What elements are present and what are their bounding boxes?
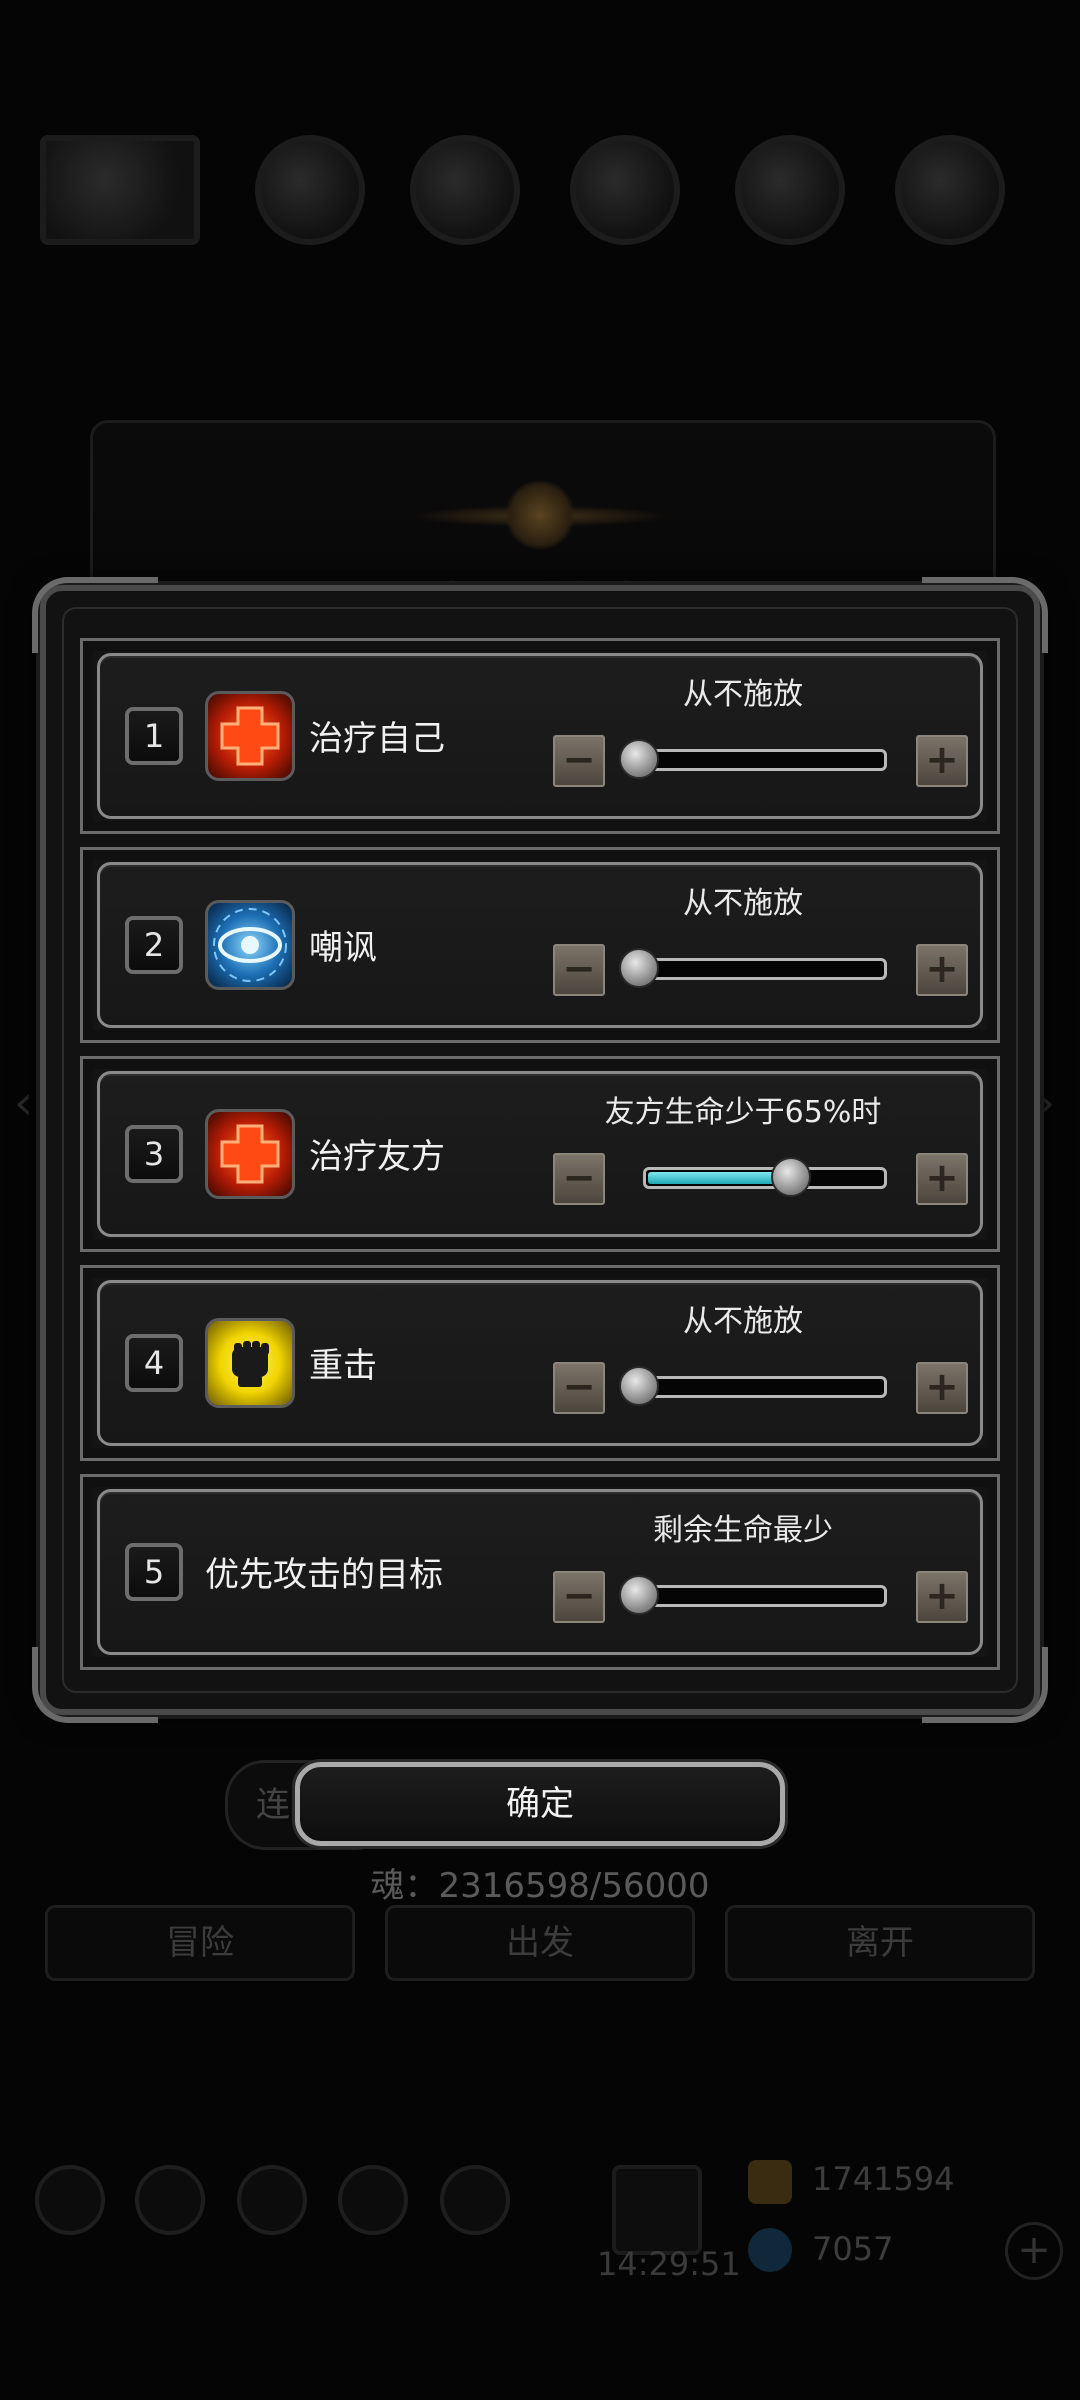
cast-condition-slider[interactable]: [643, 958, 887, 980]
skill-name: 嘲讽: [309, 928, 377, 968]
target-priority-slider[interactable]: [643, 1585, 887, 1607]
gift-box-icon: [612, 2165, 702, 2255]
decrease-button[interactable]: −: [553, 1362, 605, 1414]
eye-taunt-icon: [205, 900, 295, 990]
tab-icon: [255, 135, 365, 245]
increase-button[interactable]: +: [916, 1571, 968, 1623]
depart-button: 出发: [385, 1905, 695, 1981]
heal-cross-icon: [205, 691, 295, 781]
menu-circle-icon: [35, 2165, 105, 2235]
gold-amount: 1741594: [812, 2160, 955, 2198]
heal-cross-icon: [205, 1109, 295, 1199]
fist-icon: [205, 1318, 295, 1408]
skill-name: 治疗友方: [309, 1137, 445, 1177]
decrease-button[interactable]: −: [553, 1153, 605, 1205]
cast-condition-text: 从不施放: [683, 1304, 803, 1339]
skill-row-1: 1 治疗自己 从不施放 − +: [80, 638, 1000, 834]
slider-knob[interactable]: [619, 948, 659, 988]
cast-condition-slider[interactable]: [643, 1167, 887, 1189]
slider-knob[interactable]: [619, 1366, 659, 1406]
tab-icon: [40, 135, 200, 245]
skill-name: 治疗自己: [309, 719, 445, 759]
add-currency-icon: +: [1005, 2222, 1063, 2280]
slider-knob[interactable]: [619, 739, 659, 779]
souls-counter: 魂：2316598/56000: [370, 1866, 710, 1906]
background-button-row: 冒险 出发 离开: [45, 1905, 1035, 1985]
skill-row-3: 3 治疗友方 友方生命少于65%时 − +: [80, 1056, 1000, 1252]
priority-number: 2: [125, 916, 183, 974]
decrease-button[interactable]: −: [553, 1571, 605, 1623]
menu-circle-icon: [135, 2165, 205, 2235]
gem-icon: [748, 2228, 792, 2272]
decrease-button[interactable]: −: [553, 944, 605, 996]
priority-number: 4: [125, 1334, 183, 1392]
tab-icon: [735, 135, 845, 245]
menu-circle-icon: [338, 2165, 408, 2235]
skill-name: 重击: [309, 1346, 377, 1386]
skill-row-4: 4 重击 从不施放 − +: [80, 1265, 1000, 1461]
cast-condition-text: 从不施放: [683, 677, 803, 712]
gold-icon: [748, 2160, 792, 2204]
menu-circle-icon: [440, 2165, 510, 2235]
target-priority-label: 优先攻击的目标: [205, 1555, 443, 1595]
decrease-button[interactable]: −: [553, 735, 605, 787]
increase-button[interactable]: +: [916, 735, 968, 787]
slider-knob[interactable]: [619, 1575, 659, 1615]
leave-button: 离开: [725, 1905, 1035, 1981]
adventure-button: 冒险: [45, 1905, 355, 1981]
confirm-button[interactable]: 确定: [295, 1762, 785, 1846]
increase-button[interactable]: +: [916, 944, 968, 996]
tab-icon: [570, 135, 680, 245]
cast-condition-text: 友方生命少于65%时: [604, 1095, 882, 1130]
clock-text: 14:29:51: [597, 2245, 741, 2283]
emblem-icon: [505, 480, 575, 550]
cast-condition-text: 剩余生命最少: [653, 1513, 833, 1548]
cast-condition-slider[interactable]: [643, 1376, 887, 1398]
increase-button[interactable]: +: [916, 1362, 968, 1414]
gem-amount: 7057: [812, 2230, 894, 2268]
priority-number: 5: [125, 1543, 183, 1601]
slider-knob[interactable]: [771, 1157, 811, 1197]
priority-number: 1: [125, 707, 183, 765]
increase-button[interactable]: +: [916, 1153, 968, 1205]
tab-icon: [410, 135, 520, 245]
cast-condition-text: 从不施放: [683, 886, 803, 921]
tab-icon: [895, 135, 1005, 245]
priority-number: 3: [125, 1125, 183, 1183]
left-arrow-icon: ‹: [14, 1075, 34, 1131]
skill-row-5: 5 优先攻击的目标 剩余生命最少 − +: [80, 1474, 1000, 1670]
background-tab-icons: [40, 135, 1040, 245]
cast-condition-slider[interactable]: [643, 749, 887, 771]
menu-circle-icon: [237, 2165, 307, 2235]
skill-row-2: 2 嘲讽 从不施放 − +: [80, 847, 1000, 1043]
